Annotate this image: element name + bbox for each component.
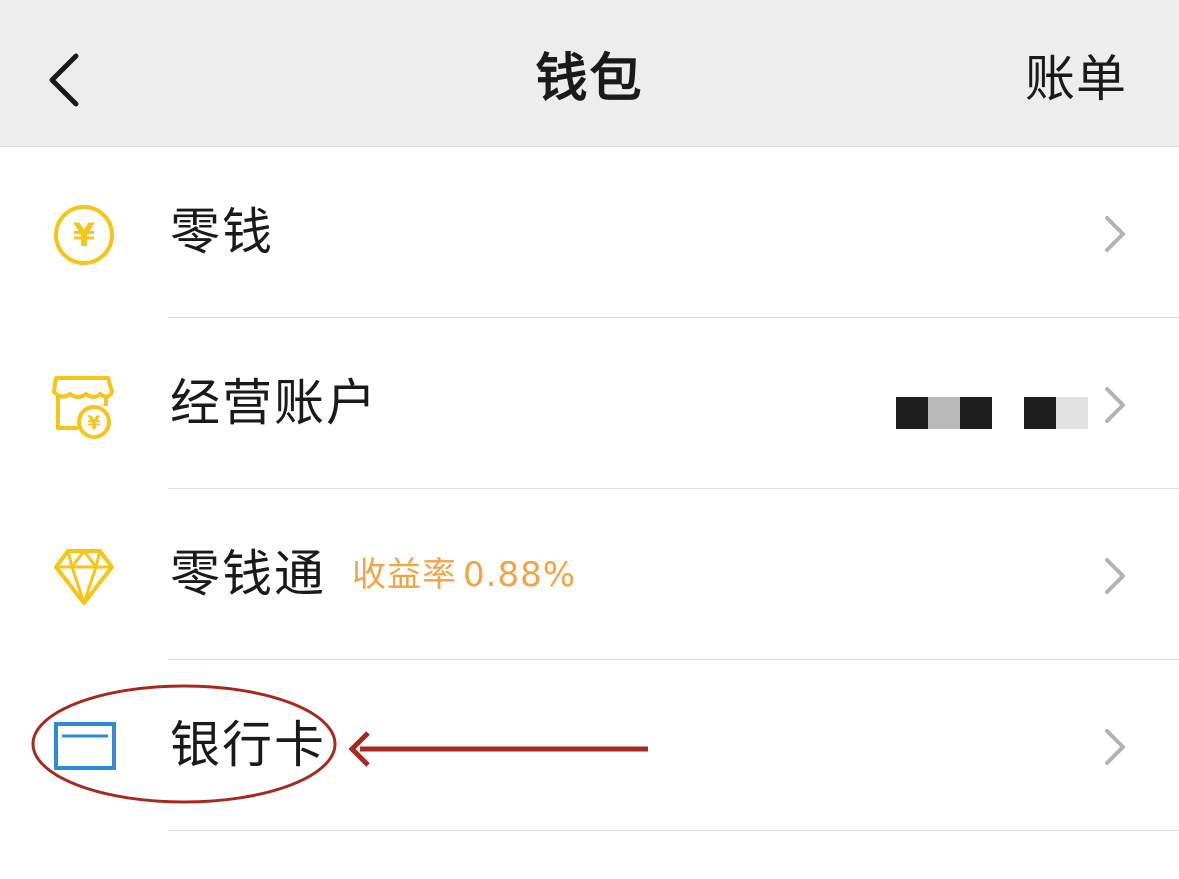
yield-rate: 收益率 0.88% <box>352 489 576 660</box>
divider <box>168 830 1179 831</box>
redacted-balance <box>896 397 1088 429</box>
yield-label: 收益率 <box>352 555 457 595</box>
yuan-coin-icon: ¥ <box>54 205 114 265</box>
chevron-left-icon <box>49 53 79 107</box>
bill-button[interactable]: 账单 <box>1025 44 1127 114</box>
list-item-lingqiantong[interactable]: 零钱通 收益率 0.88% <box>0 489 1179 660</box>
yield-value: 0.88% <box>463 555 577 595</box>
svg-text:¥: ¥ <box>73 216 95 254</box>
list-item-label: 零钱 <box>170 203 274 261</box>
diamond-icon <box>54 549 114 605</box>
wallet-page: 钱包 账单 ¥ 零钱 ¥ 经营账户 零钱通 收益率 0.88% 银行卡 <box>0 0 1179 879</box>
bank-card-icon <box>54 722 116 770</box>
wallet-list: ¥ 零钱 ¥ 经营账户 零钱通 收益率 0.88% 银行卡 <box>0 147 1179 831</box>
list-item-label: 银行卡 <box>170 716 326 774</box>
list-item-label: 经营账户 <box>170 374 378 432</box>
chevron-right-icon <box>1105 729 1125 765</box>
chevron-right-icon <box>1105 216 1125 252</box>
svg-text:¥: ¥ <box>87 412 100 434</box>
list-item-change[interactable]: ¥ 零钱 <box>0 147 1179 318</box>
page-title: 钱包 <box>535 49 644 109</box>
list-item-bank-card[interactable]: 银行卡 <box>0 660 1179 831</box>
back-button[interactable] <box>36 40 106 120</box>
chevron-right-icon <box>1105 387 1125 423</box>
nav-bar: 钱包 账单 <box>0 0 1179 147</box>
store-yuan-icon: ¥ <box>52 376 114 439</box>
chevron-right-icon <box>1105 558 1125 594</box>
list-item-label: 零钱通 <box>170 545 326 603</box>
